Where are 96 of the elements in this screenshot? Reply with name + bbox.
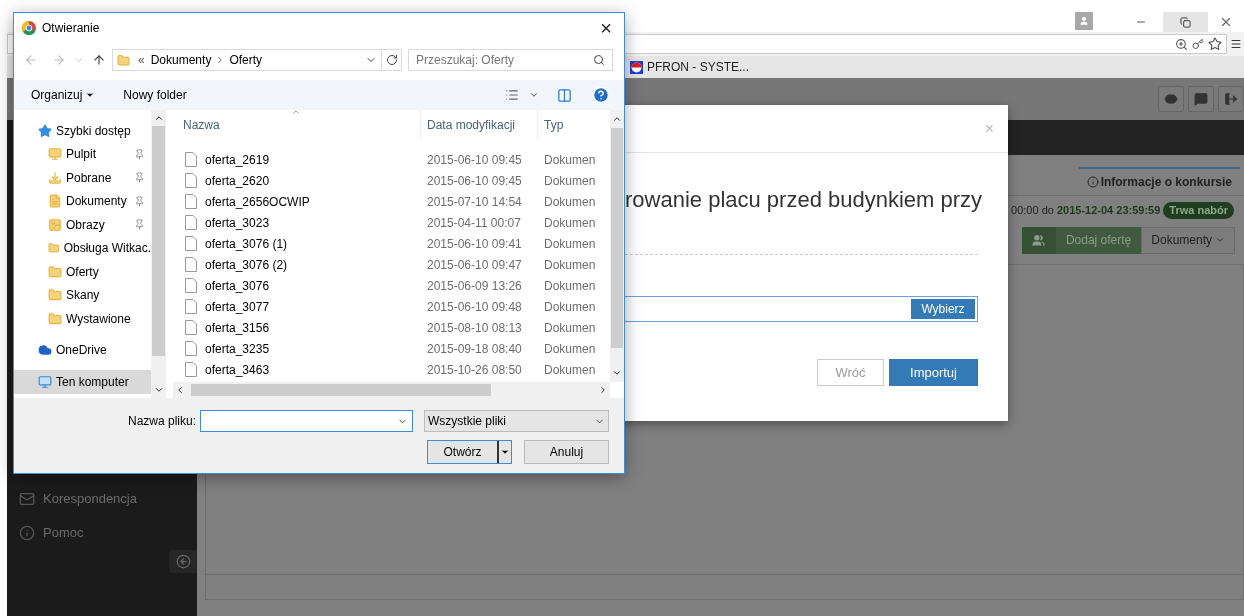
close-icon — [1219, 15, 1233, 29]
file-row[interactable]: oferta_3076 2015-06-09 13:26 Dokumen — [173, 275, 610, 296]
window-title: Otwieranie — [42, 20, 101, 37]
bookmark-star-icon[interactable] — [1208, 37, 1222, 51]
overflow-icon[interactable]: « — [138, 51, 145, 69]
menu-icon[interactable] — [1230, 38, 1242, 50]
key-icon[interactable] — [1192, 38, 1204, 50]
restore-icon — [1180, 16, 1191, 28]
folder-icon — [48, 311, 62, 326]
bookmark-item[interactable]: PFRON - SYSTE... — [630, 58, 749, 76]
dropdown-icon[interactable] — [529, 90, 539, 100]
mail-icon — [19, 491, 35, 507]
restore-button[interactable] — [1163, 12, 1208, 32]
file-row[interactable]: oferta_3463 2015-10-26 08:50 Dokumen — [173, 359, 610, 380]
zoom-icon[interactable] — [1175, 37, 1188, 51]
pictures-icon — [48, 217, 62, 232]
file-name-label: Nazwa pliku: — [127, 413, 196, 430]
preview-pane-icon[interactable] — [557, 87, 572, 103]
logout-button[interactable] — [1218, 86, 1244, 112]
info-icon — [19, 525, 35, 541]
help-icon[interactable] — [592, 86, 610, 104]
pfron-logo-icon — [630, 60, 643, 74]
column-header[interactable]: Nazwa — [173, 110, 421, 140]
star-icon — [38, 123, 52, 138]
file-row[interactable]: oferta_3023 2015-04-11 00:07 Dokumen — [173, 212, 610, 233]
path-bar[interactable]: « Dokumenty Oferty — [112, 49, 402, 71]
file-row[interactable]: oferta_3235 2015-09-18 08:40 Dokumen — [173, 338, 610, 359]
scroll-up-icon[interactable] — [612, 114, 622, 124]
scrollbar[interactable] — [610, 110, 624, 382]
caret-icon — [500, 447, 510, 457]
documents-icon — [48, 194, 62, 209]
up-icon[interactable] — [92, 53, 106, 67]
file-row[interactable]: oferta_2620 2015-06-10 09:45 Dokumen — [173, 170, 610, 191]
new-folder-button[interactable]: Nowy folder — [123, 86, 187, 104]
search-field[interactable]: Przeszukaj: Oferty — [408, 49, 613, 71]
nav-item[interactable]: Pobrane — [14, 166, 151, 190]
nav-item[interactable]: Obsługa Witkac. — [14, 236, 151, 260]
collapse-button[interactable] — [169, 550, 197, 573]
nav-item[interactable]: Obrazy — [14, 213, 151, 237]
scroll-left-icon[interactable] — [175, 385, 185, 395]
folder-icon — [48, 264, 62, 279]
refresh-icon[interactable] — [385, 54, 398, 66]
file-row[interactable]: oferta_3076 (2) 2015-06-10 09:47 Dokumen — [173, 254, 610, 275]
file-row[interactable]: oferta_3076 (1) 2015-06-10 09:41 Dokumen — [173, 233, 610, 254]
documents-button[interactable]: Dokumenty — [1141, 226, 1235, 254]
file-row[interactable]: oferta_2656OCWIP 2015-07-10 14:54 Dokumen — [173, 191, 610, 212]
nav-item[interactable]: OneDrive — [14, 338, 151, 362]
scrollbar[interactable] — [173, 382, 610, 398]
arrow-left-icon — [175, 554, 191, 569]
nav-item[interactable]: Szybki dostęp — [14, 119, 151, 143]
caret-icon — [1215, 235, 1225, 245]
cloud-icon — [38, 343, 52, 358]
folder-icon — [48, 241, 60, 256]
file-name-field[interactable] — [200, 410, 413, 432]
path-segment[interactable]: Dokumenty — [150, 51, 212, 69]
import-button[interactable]: Importuj — [889, 359, 978, 386]
users-icon — [1032, 233, 1046, 247]
nav-item[interactable]: Pulpit — [14, 142, 151, 166]
browser-logo-icon — [22, 21, 36, 35]
caret-icon — [85, 90, 96, 100]
download-icon — [48, 170, 62, 185]
close-button[interactable]: × — [588, 18, 624, 38]
profile-icon[interactable] — [1079, 16, 1089, 26]
status-badge: Trwa nabór — [1163, 202, 1234, 219]
desktop-icon — [48, 147, 62, 162]
column-header[interactable]: Data modyfikacji — [421, 110, 538, 140]
logout-icon — [1224, 92, 1238, 106]
file-type-select[interactable]: Wszystkie pliki — [424, 410, 609, 432]
info-icon — [1086, 176, 1099, 188]
folder-icon — [48, 288, 62, 303]
date-text: 00:00 do 2015-12-04 23:59:59 — [1011, 203, 1161, 218]
view-button[interactable] — [1158, 86, 1184, 112]
sort-icon — [291, 107, 301, 117]
search-icon — [593, 54, 605, 66]
computer-icon — [38, 374, 52, 389]
nav-item[interactable]: Oferty — [14, 260, 151, 284]
cancel-button[interactable]: Anuluj — [524, 440, 609, 464]
scroll-up-icon[interactable] — [153, 113, 164, 123]
column-header[interactable]: Typ — [538, 116, 564, 134]
scroll-right-icon[interactable] — [598, 385, 608, 395]
view-options-icon[interactable] — [505, 88, 519, 102]
nav-item[interactable]: Wystawione — [14, 307, 151, 331]
choose-button[interactable]: Wybierz — [911, 299, 975, 319]
organize-button[interactable]: Organizuj — [31, 86, 96, 104]
nav-item[interactable]: Skany — [14, 283, 151, 307]
scroll-down-icon[interactable] — [612, 368, 622, 378]
nav-item[interactable]: Ten komputer — [14, 370, 151, 394]
speech-bubble-icon — [1194, 92, 1208, 106]
nav-item[interactable]: Dokumenty — [14, 189, 151, 213]
scroll-down-icon[interactable] — [153, 385, 164, 395]
open-button[interactable]: Otwórz — [427, 440, 512, 464]
path-segment[interactable]: Oferty — [229, 51, 263, 69]
folder-icon — [117, 53, 130, 67]
file-row[interactable]: oferta_2619 2015-06-10 09:45 Dokumen — [173, 149, 610, 170]
scrollbar[interactable] — [151, 110, 166, 398]
messages-button[interactable] — [1188, 86, 1214, 112]
